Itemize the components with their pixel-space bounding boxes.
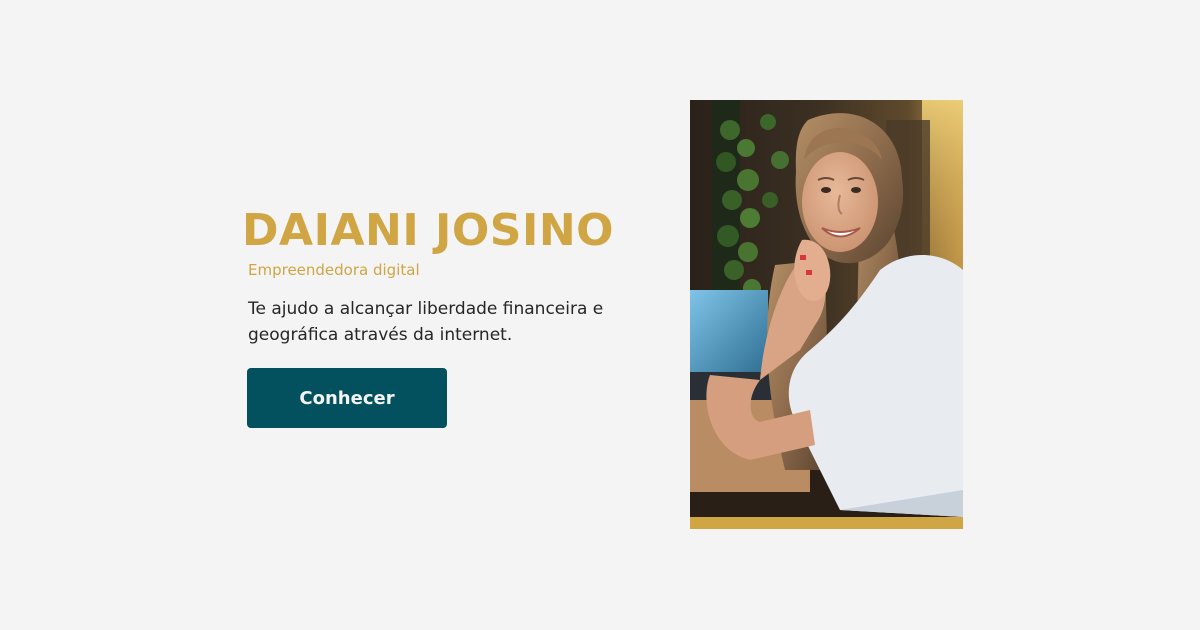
portrait-frame [690,100,963,529]
conhecer-button[interactable]: Conhecer [247,368,447,428]
hero-intro: DAIANI JOSINO Empreendedora digital Te a… [242,203,662,348]
hero-name: DAIANI JOSINO [242,205,615,256]
portrait-face [795,113,904,264]
hero-tagline: Te ajudo a alcançar liberdade financeira… [248,299,604,345]
portrait-photo [690,100,963,517]
hero-role: Empreendedora digital [248,261,420,279]
